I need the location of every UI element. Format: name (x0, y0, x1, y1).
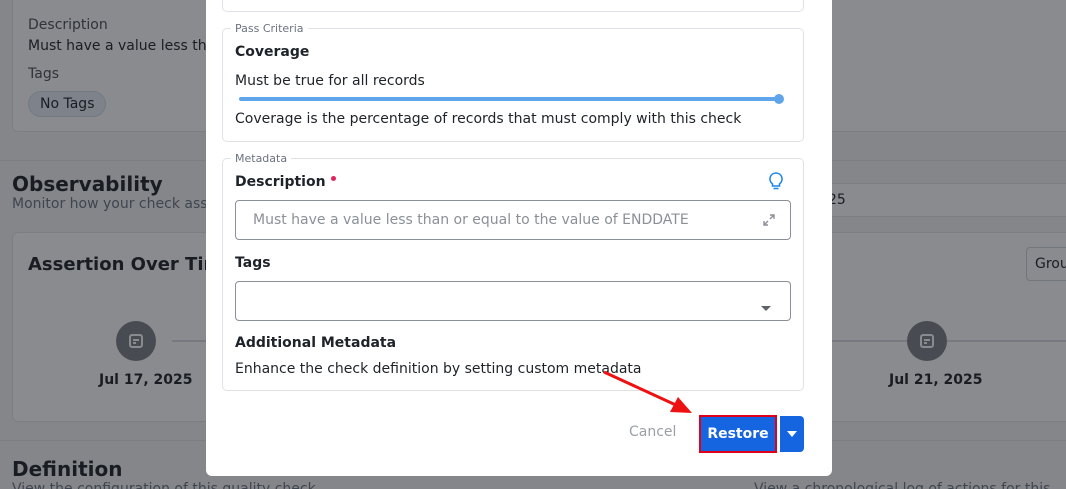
description-input[interactable]: Must have a value less than or equal to … (235, 200, 791, 240)
lightbulb-icon[interactable] (767, 171, 785, 195)
coverage-slider-track[interactable] (239, 97, 779, 101)
metadata-legend: Metadata (231, 152, 292, 165)
coverage-label: Coverage (235, 44, 310, 60)
tags-select[interactable] (235, 281, 791, 321)
restore-button[interactable]: Restore (699, 415, 777, 453)
pass-criteria-legend: Pass Criteria (231, 22, 308, 35)
previous-field-box (222, 0, 804, 12)
cancel-button[interactable]: Cancel (629, 424, 676, 440)
caret-down-icon (787, 431, 797, 437)
metadata-section: Metadata Description Must have a value l… (222, 152, 804, 391)
description-input-value: Must have a value less than or equal to … (253, 212, 689, 228)
additional-metadata-label: Additional Metadata (235, 335, 397, 351)
description-label-text: Description (235, 174, 326, 190)
edit-check-modal: Pass Criteria Coverage Must be true for … (206, 0, 832, 476)
coverage-help: Coverage is the percentage of records th… (235, 111, 742, 127)
description-label: Description (235, 174, 336, 190)
restore-options-button[interactable] (780, 416, 804, 452)
chevron-down-icon[interactable] (760, 298, 772, 317)
expand-icon[interactable] (762, 212, 776, 231)
tags-label: Tags (235, 255, 271, 271)
additional-metadata-help: Enhance the check definition by setting … (235, 361, 642, 377)
required-indicator (330, 176, 336, 181)
pass-criteria-section: Pass Criteria Coverage Must be true for … (222, 22, 804, 142)
coverage-slider-thumb[interactable] (774, 94, 784, 104)
coverage-rule: Must be true for all records (235, 73, 425, 89)
